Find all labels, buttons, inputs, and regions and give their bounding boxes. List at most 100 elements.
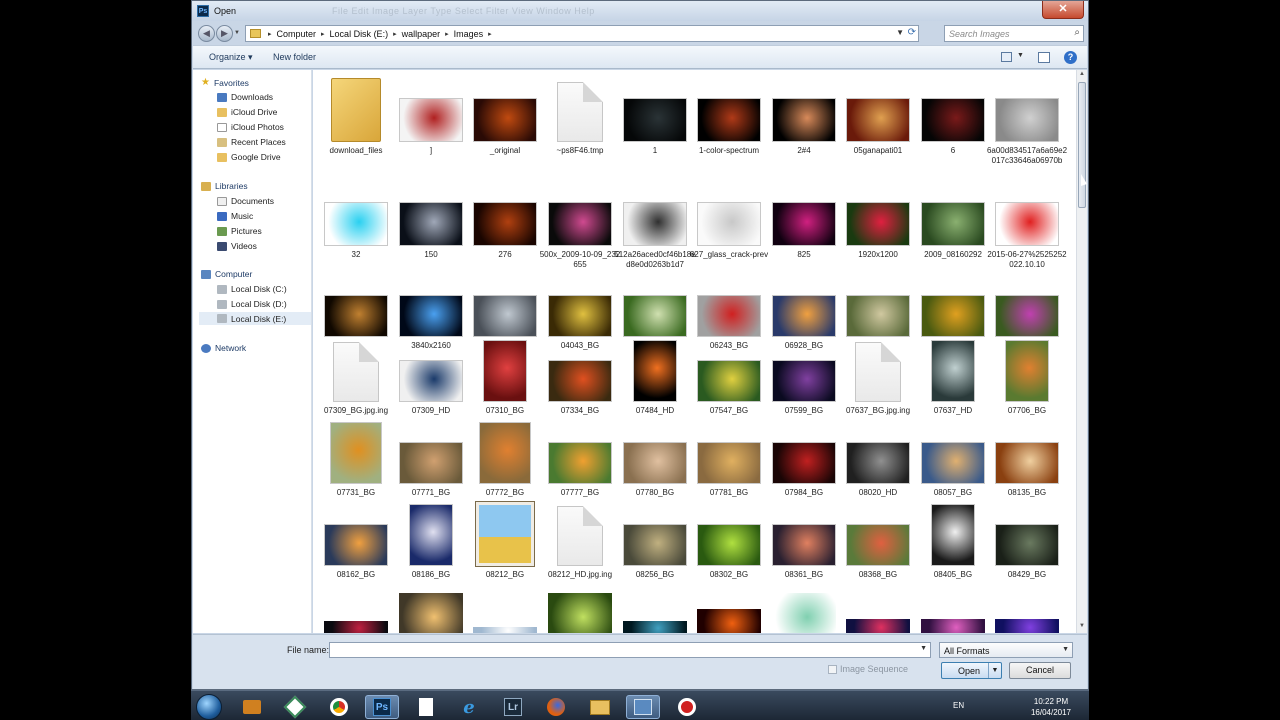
image-thumbnail[interactable] bbox=[324, 621, 388, 633]
breadcrumb-images[interactable]: Images bbox=[451, 29, 487, 40]
image-thumbnail[interactable] bbox=[623, 621, 687, 633]
file-item[interactable]: 32 bbox=[319, 178, 393, 270]
open-button[interactable]: Open ▼ bbox=[941, 662, 1002, 679]
refresh-icon[interactable]: ⟳ bbox=[908, 27, 916, 38]
file-item[interactable]: 08212_BG bbox=[468, 501, 542, 603]
file-item[interactable]: 07984_BG bbox=[767, 429, 841, 521]
nav-libraries[interactable]: Libraries bbox=[201, 181, 248, 191]
nav-item-recent-places[interactable]: Recent Places bbox=[217, 137, 286, 147]
nav-item-icloud-drive[interactable]: iCloud Drive bbox=[217, 107, 277, 117]
file-item[interactable]: 2015-06-27%2525252022.10.10 bbox=[987, 178, 1067, 270]
nav-item-local-disk-d[interactable]: Local Disk (D:) bbox=[217, 299, 287, 309]
system-clock[interactable]: 10:22 PM 16/04/2017 bbox=[1026, 696, 1076, 718]
nav-item-videos[interactable]: Videos bbox=[217, 241, 257, 251]
file-item[interactable]: ] bbox=[394, 74, 468, 166]
media-player-taskbar-icon[interactable] bbox=[235, 695, 269, 719]
nav-item-icloud-photos[interactable]: iCloud Photos bbox=[217, 122, 284, 132]
help-icon[interactable]: ? bbox=[1064, 51, 1077, 64]
breadcrumb-local-disk-e[interactable]: Local Disk (E:) bbox=[327, 29, 392, 40]
file-item[interactable]: 07637_HD bbox=[916, 340, 990, 439]
view-dropdown-icon[interactable]: ▼ bbox=[1017, 52, 1024, 59]
image-thumbnail[interactable] bbox=[548, 593, 612, 633]
file-item[interactable]: 825 bbox=[767, 178, 841, 270]
organize-button[interactable]: Organize ▾ bbox=[209, 52, 253, 63]
change-view-icon[interactable] bbox=[1001, 52, 1012, 62]
file-item[interactable]: 08302_BG bbox=[692, 511, 766, 603]
internet-explorer-taskbar-icon[interactable]: e bbox=[452, 695, 486, 719]
image-thumbnail[interactable] bbox=[846, 619, 910, 633]
file-item[interactable]: 07309_HD bbox=[394, 347, 468, 439]
nav-item-downloads[interactable]: Downloads bbox=[217, 92, 273, 102]
nav-item-local-disk-c[interactable]: Local Disk (C:) bbox=[217, 284, 287, 294]
file-item[interactable]: 627_glass_crack-prev bbox=[690, 178, 768, 270]
file-item[interactable]: ~ps8F46.tmp bbox=[543, 74, 617, 166]
image-thumbnail[interactable] bbox=[921, 619, 985, 633]
file-item[interactable]: 07547_BG bbox=[692, 347, 766, 439]
record-taskbar-icon[interactable] bbox=[670, 695, 704, 719]
close-button[interactable]: ✕ bbox=[1042, 1, 1084, 19]
chrome-taskbar-icon[interactable] bbox=[322, 695, 356, 719]
nav-item-pictures[interactable]: Pictures bbox=[217, 226, 262, 236]
file-item[interactable]: 08368_BG bbox=[841, 511, 915, 603]
nav-favorites[interactable]: ★ Favorites bbox=[201, 77, 249, 88]
language-indicator[interactable]: EN bbox=[953, 701, 964, 710]
file-item[interactable]: 1-color-spectrum bbox=[692, 74, 766, 166]
nav-computer[interactable]: Computer bbox=[201, 269, 252, 279]
image-thumbnail[interactable] bbox=[995, 619, 1059, 633]
file-item[interactable]: 512a26aced0cf46b18ed8e0d0263b1d7 bbox=[614, 178, 696, 270]
open-options-dropdown-icon[interactable]: ▼ bbox=[988, 663, 1001, 678]
control-panel-taskbar-icon[interactable] bbox=[626, 695, 660, 719]
file-item[interactable]: 276 bbox=[468, 178, 542, 270]
image-sequence-option[interactable]: Image Sequence bbox=[828, 664, 908, 674]
title-bar[interactable]: Ps Open File Edit Image Layer Type Selec… bbox=[192, 1, 1088, 21]
file-item[interactable]: 07484_HD bbox=[618, 340, 692, 439]
file-item[interactable]: 07599_BG bbox=[767, 347, 841, 439]
scroll-up-arrow-icon[interactable]: ▲ bbox=[1078, 71, 1086, 80]
filename-input[interactable]: ▼ bbox=[329, 642, 931, 658]
cancel-button[interactable]: Cancel bbox=[1009, 662, 1071, 679]
address-bar[interactable]: ▸ Computer ▸ Local Disk (E:) ▸ wallpaper… bbox=[245, 25, 919, 42]
firefox-taskbar-icon[interactable] bbox=[539, 695, 573, 719]
file-explorer-taskbar-icon[interactable] bbox=[583, 695, 617, 719]
file-item[interactable]: 08212_HD.jpg.ing bbox=[543, 506, 617, 603]
file-item[interactable]: 08405_BG bbox=[916, 504, 990, 603]
search-input[interactable]: Search Images ⌕ bbox=[944, 25, 1084, 42]
preview-pane-icon[interactable] bbox=[1038, 52, 1050, 63]
vertical-scrollbar[interactable]: ▲ ▼ bbox=[1076, 70, 1087, 633]
nav-network[interactable]: Network bbox=[201, 343, 246, 353]
image-thumbnail[interactable] bbox=[772, 593, 836, 633]
file-item[interactable]: 6a00d834517a6a69e2017c33646a06970b bbox=[987, 74, 1067, 166]
scrollbar-thumb[interactable] bbox=[1078, 82, 1086, 208]
image-thumbnail[interactable] bbox=[399, 593, 463, 633]
file-item[interactable]: 150 bbox=[394, 178, 468, 270]
file-item[interactable]: 07706_BG bbox=[990, 340, 1064, 439]
file-item[interactable]: 500x_2009-10-09_232655 bbox=[540, 178, 620, 270]
file-item[interactable]: 07781_BG bbox=[692, 429, 766, 521]
image-thumbnail[interactable] bbox=[697, 609, 761, 633]
image-sequence-checkbox[interactable] bbox=[828, 664, 837, 674]
format-select[interactable]: All Formats ▼ bbox=[939, 642, 1073, 658]
file-item[interactable]: 2#4 bbox=[767, 74, 841, 166]
file-item[interactable]: 1 bbox=[618, 74, 692, 166]
file-item[interactable]: 05ganapati01 bbox=[841, 74, 915, 166]
inkscape-taskbar-icon[interactable] bbox=[278, 695, 312, 719]
photoshop-taskbar-icon[interactable]: Ps bbox=[365, 695, 399, 719]
breadcrumb-computer[interactable]: Computer bbox=[274, 29, 320, 40]
start-button[interactable] bbox=[196, 694, 222, 720]
file-item[interactable]: 08186_BG bbox=[394, 504, 468, 603]
file-item[interactable]: _original bbox=[468, 74, 542, 166]
file-item[interactable]: 07780_BG bbox=[618, 429, 692, 521]
file-item[interactable]: 08361_BG bbox=[767, 511, 841, 603]
file-item[interactable]: 07637_BG.jpg.ing bbox=[841, 342, 915, 439]
forward-button[interactable]: ▶ bbox=[216, 25, 233, 42]
file-item[interactable]: 08135_BG bbox=[990, 429, 1064, 521]
file-item[interactable]: 1920x1200 bbox=[841, 178, 915, 270]
file-item[interactable]: 08020_HD bbox=[841, 429, 915, 521]
file-item[interactable]: 07334_BG bbox=[543, 347, 617, 439]
nav-item-music[interactable]: Music bbox=[217, 211, 253, 221]
file-item[interactable]: 08256_BG bbox=[618, 511, 692, 603]
file-item[interactable]: download_files bbox=[319, 74, 393, 166]
filename-dropdown-icon[interactable]: ▼ bbox=[920, 645, 927, 652]
file-item[interactable]: 08429_BG bbox=[990, 511, 1064, 603]
search-icon[interactable]: ⌕ bbox=[1074, 27, 1080, 38]
